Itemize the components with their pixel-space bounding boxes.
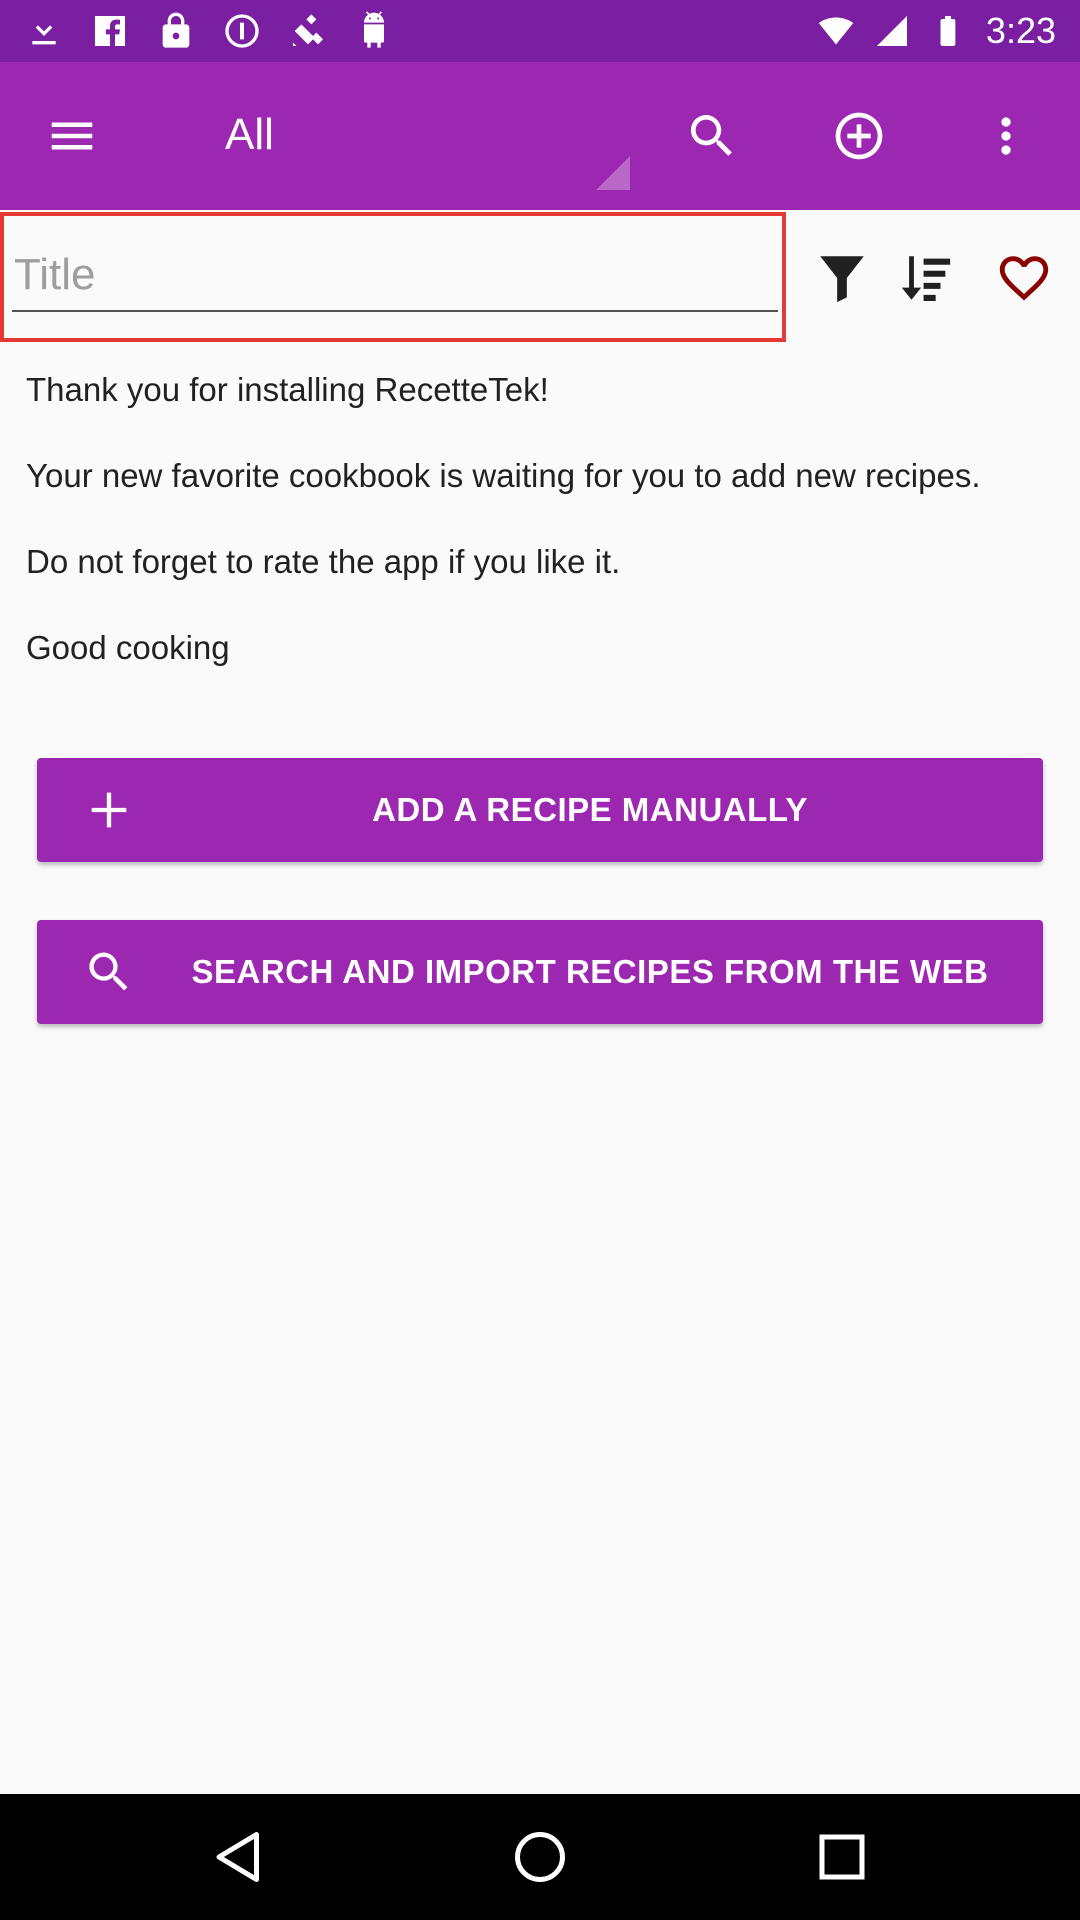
recents-icon[interactable]	[810, 1825, 874, 1889]
welcome-message: Thank you for installing RecetteTek! You…	[26, 368, 1046, 669]
hamburger-menu-icon[interactable]	[36, 104, 108, 168]
spinner-arrow-icon	[596, 156, 630, 190]
status-time: 3:23	[985, 10, 1056, 51]
facebook-icon	[95, 16, 125, 46]
search-icon[interactable]	[676, 100, 748, 172]
system-icons: 3:23	[818, 10, 1056, 52]
back-icon[interactable]	[207, 1825, 271, 1889]
filter-row	[0, 210, 1080, 342]
download-icon	[32, 14, 56, 45]
wifi-icon	[818, 17, 854, 45]
welcome-line-rate: Do not forget to rate the app if you lik…	[26, 543, 621, 580]
add-recipe-manually-label: ADD A RECIPE MANUALLY	[372, 791, 808, 828]
sort-icon[interactable]	[894, 246, 958, 310]
add-recipe-manually-button[interactable]: ADD A RECIPE MANUALLY	[37, 758, 1043, 862]
category-spinner[interactable]: All	[200, 62, 630, 210]
app-bar: All	[0, 62, 1080, 210]
search-import-web-label: SEARCH AND IMPORT RECIPES FROM THE WEB	[191, 953, 989, 990]
more-vert-icon[interactable]	[970, 100, 1042, 172]
heart-icon[interactable]	[992, 246, 1056, 310]
android-icon	[364, 11, 384, 48]
search-icon	[83, 946, 135, 998]
filter-icon[interactable]	[810, 246, 874, 310]
welcome-line-good-cooking: Good cooking	[26, 629, 230, 666]
search-import-web-button[interactable]: SEARCH AND IMPORT RECIPES FROM THE WEB	[37, 920, 1043, 1024]
plus-icon	[83, 784, 135, 836]
welcome-line-cookbook: Your new favorite cookbook is waiting fo…	[26, 457, 981, 494]
info-icon	[225, 14, 259, 48]
fake-gps-icon	[293, 14, 323, 47]
spinner-label: All	[225, 110, 274, 159]
notification-icons	[24, 11, 394, 51]
title-field-highlight	[0, 212, 786, 342]
battery-icon	[940, 16, 956, 46]
navigation-bar	[0, 1794, 1080, 1920]
home-icon[interactable]	[508, 1825, 572, 1889]
welcome-line-thanks: Thank you for installing RecetteTek!	[26, 371, 549, 408]
status-bar: 3:23	[0, 0, 1080, 62]
signal-icon	[876, 16, 907, 46]
lock-icon	[162, 12, 190, 48]
title-search-input[interactable]	[12, 240, 778, 312]
add-circle-icon[interactable]	[823, 100, 895, 172]
